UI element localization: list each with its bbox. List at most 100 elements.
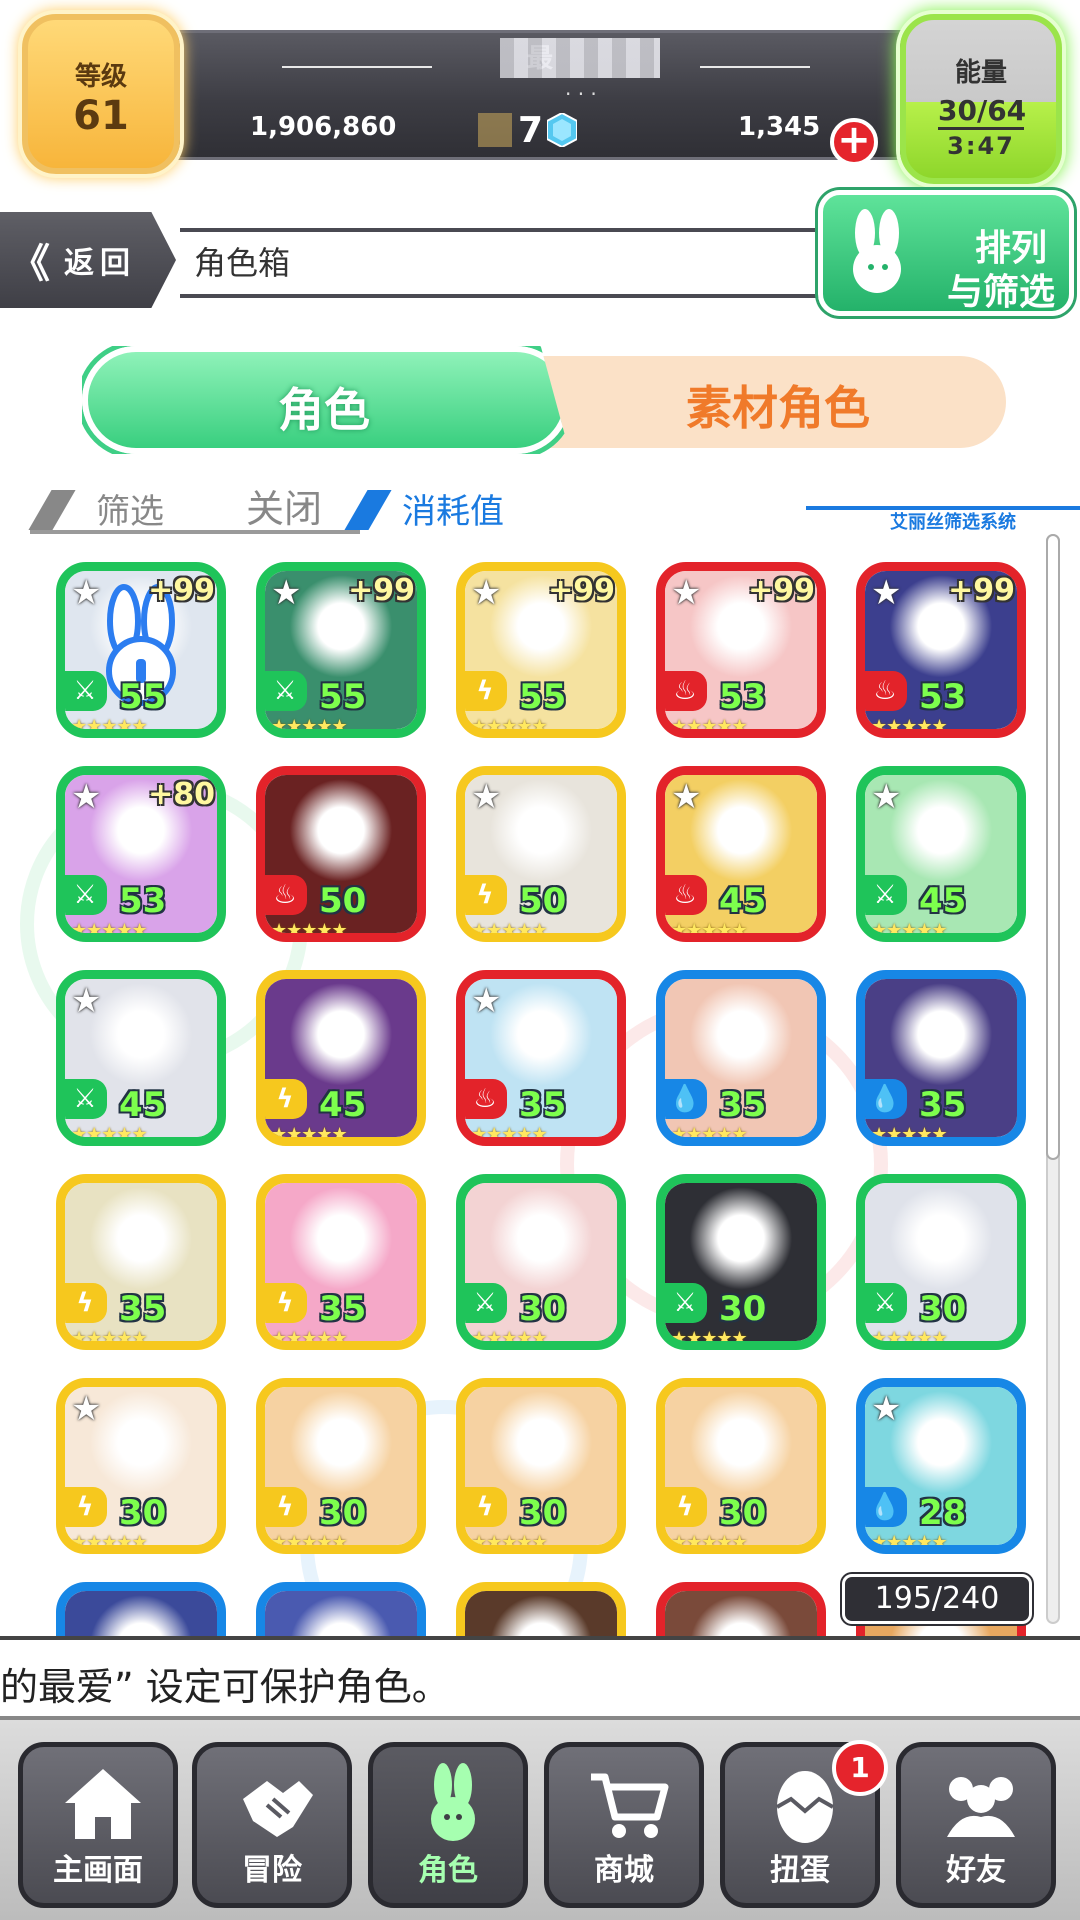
character-card[interactable]: ★ +99 ♨ 53 ★★★★★ xyxy=(656,562,826,738)
rarity-stars-icon: ★★★★★ xyxy=(671,920,748,941)
character-card[interactable]: ϟ 30 ★★★★★ xyxy=(456,1378,626,1554)
character-card[interactable]: ★ 💧 28 ★★★★★ xyxy=(856,1378,1026,1554)
character-grid: ★ +99 ⚔ 55 ★★★★★ ★ +99 ⚔ 55 ★★★★★ ★ +99 ϟ 55 ★★★★★ ★ +99… xyxy=(56,562,1036,1637)
favorite-star-icon: ★ xyxy=(471,981,502,1021)
character-card[interactable]: 💧 35 ★★★★★ xyxy=(656,970,826,1146)
character-card[interactable] xyxy=(56,1582,226,1637)
bonus-value: +99 xyxy=(548,573,615,608)
water-element-icon: 💧 xyxy=(865,1079,907,1119)
cost-value: 45 xyxy=(719,881,767,921)
character-card[interactable] xyxy=(256,1582,426,1637)
wind-element-icon: ⚔ xyxy=(665,1283,707,1323)
rarity-stars-icon: ★★★★★ xyxy=(271,920,348,941)
energy-value: 30/64 xyxy=(938,95,1026,130)
cost-value: 35 xyxy=(319,1289,367,1329)
character-card[interactable]: ★ ϟ 30 ★★★★★ xyxy=(56,1378,226,1554)
energy-badge[interactable]: 能量 30/64 3:47 xyxy=(900,14,1062,184)
rarity-stars-icon: ★★★★★ xyxy=(871,1124,948,1145)
redacted-icon xyxy=(478,113,512,147)
bonus-value: +80 xyxy=(148,777,215,812)
character-card[interactable]: ★ +99 ♨ 53 ★★★★★ xyxy=(856,562,1026,738)
character-card[interactable]: ϟ 30 ★★★★★ xyxy=(656,1378,826,1554)
cost-value: 30 xyxy=(319,1493,367,1533)
water-element-icon: 💧 xyxy=(865,1487,907,1527)
cost-value: 30 xyxy=(119,1493,167,1533)
back-button[interactable]: 《 返回 xyxy=(0,212,176,308)
thunder-element-icon: ϟ xyxy=(465,875,507,915)
cost-value: 53 xyxy=(719,677,767,717)
thunder-element-icon: ϟ xyxy=(465,671,507,711)
nav-friends-button[interactable]: 好友 xyxy=(896,1742,1056,1908)
gold-count: 1,906,860 xyxy=(250,112,397,142)
sort-filter-button[interactable]: 排列 与筛选 xyxy=(818,190,1074,316)
fire-element-icon: ♨ xyxy=(865,671,907,711)
friends-icon xyxy=(947,1777,1015,1837)
character-card[interactable]: ★ ⚔ 45 ★★★★★ xyxy=(56,970,226,1146)
rarity-stars-icon: ★★★★★ xyxy=(871,1328,948,1349)
bonus-value: +99 xyxy=(348,573,415,608)
thunder-element-icon: ϟ xyxy=(65,1283,107,1323)
favorite-star-icon: ★ xyxy=(71,981,102,1021)
tab-characters[interactable]: 角色 xyxy=(82,346,570,454)
character-card[interactable]: ★ +99 ϟ 55 ★★★★★ xyxy=(456,562,626,738)
water-element-icon: 💧 xyxy=(665,1079,707,1119)
nav-adventure-button[interactable]: 冒险 xyxy=(192,1742,352,1908)
character-card[interactable] xyxy=(456,1582,626,1637)
rarity-stars-icon: ★★★★★ xyxy=(271,1124,348,1145)
thunder-element-icon: ϟ xyxy=(265,1487,307,1527)
nav-shop-button[interactable]: 商城 xyxy=(544,1742,704,1908)
divider xyxy=(700,66,810,68)
character-card[interactable]: ♨ 50 ★★★★★ xyxy=(256,766,426,942)
level-value: 61 xyxy=(73,93,129,139)
home-icon xyxy=(65,1769,141,1839)
character-card[interactable]: ⚔ 30 ★★★★★ xyxy=(456,1174,626,1350)
nav-label: 冒险 xyxy=(242,1853,302,1888)
sort-key-selector[interactable]: 消耗值 xyxy=(402,484,504,533)
character-card[interactable]: ★ +80 ⚔ 53 ★★★★★ xyxy=(56,766,226,942)
thunder-element-icon: ϟ xyxy=(465,1487,507,1527)
slash-decoration xyxy=(344,490,392,530)
character-card[interactable]: ★ +99 ⚔ 55 ★★★★★ xyxy=(56,562,226,738)
character-portrait xyxy=(465,1591,617,1637)
scrollbar-thumb[interactable] xyxy=(1046,534,1060,1160)
favorite-star-icon: ★ xyxy=(471,777,502,817)
character-card[interactable]: ★ ♨ 35 ★★★★★ xyxy=(456,970,626,1146)
character-portrait xyxy=(65,1591,217,1637)
character-card[interactable] xyxy=(656,1582,826,1637)
filter-label: 与筛选 xyxy=(946,272,1055,313)
page-title: 角色箱 xyxy=(194,244,291,282)
favorite-star-icon: ★ xyxy=(71,573,102,613)
character-card[interactable]: ★ ♨ 45 ★★★★★ xyxy=(656,766,826,942)
cost-value: 28 xyxy=(919,1493,967,1533)
character-card[interactable]: ★ ϟ 50 ★★★★★ xyxy=(456,766,626,942)
character-card[interactable]: ★ ⚔ 45 ★★★★★ xyxy=(856,766,1026,942)
character-card[interactable]: 💧 35 ★★★★★ xyxy=(856,970,1026,1146)
filter-toggle[interactable]: 筛选 xyxy=(96,484,164,533)
nav-home-button[interactable]: 主画面 xyxy=(18,1742,178,1908)
handshake-icon xyxy=(243,1781,313,1837)
cost-value: 55 xyxy=(119,677,167,717)
rarity-stars-icon: ★★★★★ xyxy=(871,920,948,941)
cost-value: 55 xyxy=(519,677,567,717)
currency-count: 1,345 xyxy=(738,112,821,142)
filter-state[interactable]: 关闭 xyxy=(246,478,322,533)
bottom-nav: 主画面 冒险 角色 商城 扭蛋 好友 xyxy=(0,1716,1080,1920)
character-card[interactable]: ϟ 30 ★★★★★ xyxy=(256,1378,426,1554)
rarity-stars-icon: ★★★★★ xyxy=(871,1532,948,1553)
cost-value: 35 xyxy=(519,1085,567,1125)
character-card[interactable]: ⚔ 30 ★★★★★ xyxy=(656,1174,826,1350)
favorite-star-icon: ★ xyxy=(671,573,702,613)
character-card[interactable]: ϟ 35 ★★★★★ xyxy=(56,1174,226,1350)
slash-decoration xyxy=(28,490,76,530)
character-card[interactable]: ★ +99 ⚔ 55 ★★★★★ xyxy=(256,562,426,738)
character-card[interactable]: ⚔ 30 ★★★★★ xyxy=(856,1174,1026,1350)
cost-value: 30 xyxy=(719,1493,767,1533)
add-currency-button[interactable]: + xyxy=(830,118,878,166)
wind-element-icon: ⚔ xyxy=(865,1283,907,1323)
fire-element-icon: ♨ xyxy=(665,875,707,915)
character-card[interactable]: ϟ 45 ★★★★★ xyxy=(256,970,426,1146)
nav-character-button[interactable]: 角色 xyxy=(368,1742,528,1908)
cost-value: 53 xyxy=(119,881,167,921)
thunder-element-icon: ϟ xyxy=(65,1487,107,1527)
character-card[interactable]: ϟ 35 ★★★★★ xyxy=(256,1174,426,1350)
